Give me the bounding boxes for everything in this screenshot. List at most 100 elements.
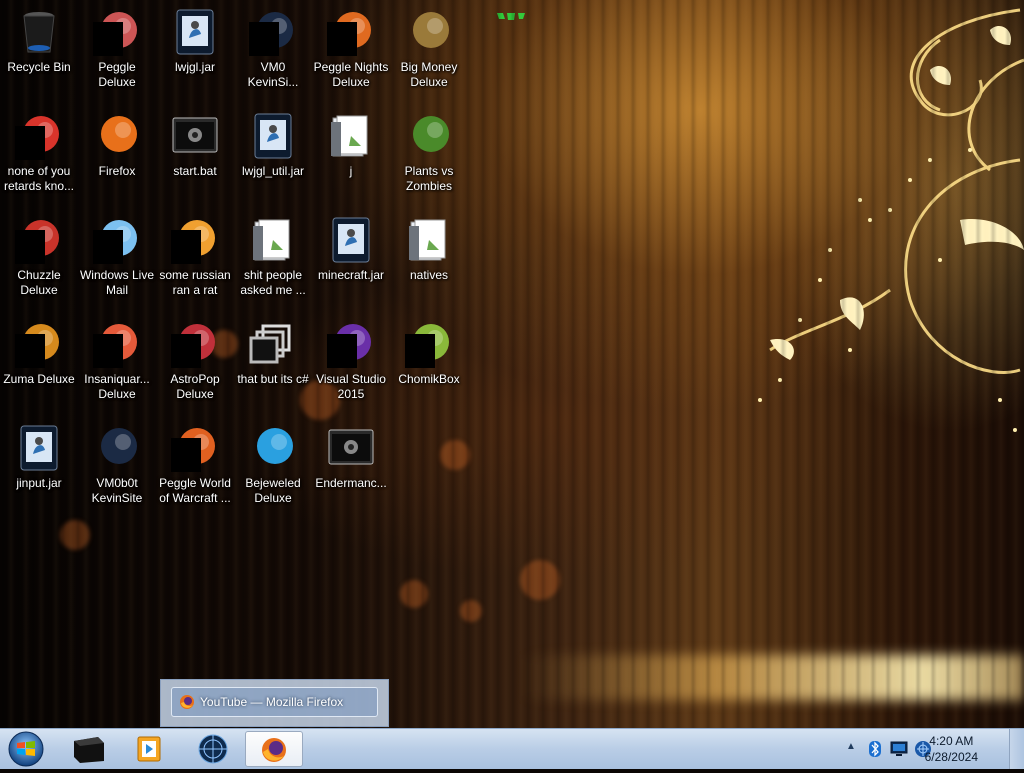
redaction-box bbox=[171, 334, 201, 368]
desktop-icon[interactable]: shit people asked me ... bbox=[234, 212, 312, 298]
redaction-box bbox=[15, 230, 45, 264]
desktop-icon[interactable]: none of you retards kno... bbox=[0, 108, 78, 194]
taskbar-firefox-active[interactable] bbox=[245, 731, 303, 767]
desktop-icon-label: Windows Live Mail bbox=[79, 268, 155, 297]
console-app-icon bbox=[327, 424, 375, 472]
taskbar-pinned-globe-app[interactable] bbox=[183, 731, 241, 767]
taskbar-clock[interactable]: 4:20 AM 6/28/2024 bbox=[925, 733, 978, 765]
desktop-icon[interactable]: VM0b0t KevinSite bbox=[78, 420, 156, 506]
desktop-icon[interactable]: VM0 KevinSi... bbox=[234, 4, 312, 90]
redaction-box bbox=[93, 334, 123, 368]
desktop-icon-label: minecraft.jar bbox=[317, 268, 385, 282]
show-hidden-icons-button[interactable]: ▲ bbox=[846, 741, 856, 752]
desktop-icon[interactable]: Peggle World of Warcraft ... bbox=[156, 420, 234, 506]
desktop-icon-label: jinput.jar bbox=[16, 476, 62, 490]
chuzzle-icon bbox=[15, 216, 63, 264]
desktop-icon[interactable]: that but its c# bbox=[234, 316, 312, 387]
desktop-icon-label: none of you retards kno... bbox=[3, 164, 75, 193]
desktop-icon[interactable]: Visual Studio 2015 bbox=[312, 316, 390, 402]
media-player-icon bbox=[137, 736, 161, 762]
jar-file-icon bbox=[327, 216, 375, 264]
firefox-shortcut-icon bbox=[15, 112, 63, 160]
desktop-icon-label: Peggle Nights Deluxe bbox=[313, 60, 389, 89]
firefox-icon bbox=[93, 112, 141, 160]
desktop-icon[interactable]: j bbox=[312, 108, 390, 179]
bluetooth-icon[interactable] bbox=[866, 740, 884, 758]
system-tray: ▲ 4:20 AM 6/28/2024 bbox=[840, 729, 1024, 769]
desktop-icon-label: natives bbox=[409, 268, 449, 282]
plants-vs-zombies-icon bbox=[405, 112, 453, 160]
desktop-icon[interactable]: lwjgl.jar bbox=[156, 4, 234, 75]
clock-time: 4:20 AM bbox=[929, 734, 974, 748]
desktop-icon-label: Insaniquar... Deluxe bbox=[84, 372, 150, 401]
desktop-icon-label: that but its c# bbox=[237, 372, 309, 386]
desktop-icon-label: Plants vs Zombies bbox=[404, 164, 454, 193]
desktop-icon-label: Zuma Deluxe bbox=[3, 372, 75, 386]
taskbar-pinned-black-box-app[interactable] bbox=[60, 731, 118, 767]
desktop-icon-label: Peggle World of Warcraft ... bbox=[159, 476, 231, 505]
astropop-icon bbox=[171, 320, 219, 368]
show-desktop-button[interactable] bbox=[1009, 729, 1024, 769]
peggle-icon bbox=[93, 8, 141, 56]
desktop-icon-label: j bbox=[349, 164, 353, 178]
desktop-icon[interactable]: Windows Live Mail bbox=[78, 212, 156, 298]
redaction-box bbox=[93, 230, 123, 264]
desktop-icon[interactable]: Peggle Deluxe bbox=[78, 4, 156, 90]
taskbar-pinned-media-player[interactable] bbox=[120, 731, 178, 767]
desktop-icon[interactable]: Zuma Deluxe bbox=[0, 316, 78, 387]
redaction-box bbox=[405, 334, 435, 368]
desktop-icon[interactable]: Big Money Deluxe bbox=[390, 4, 468, 90]
desktop-icon-label: shit people asked me ... bbox=[240, 268, 306, 297]
desktop-icon-label: lwjgl.jar bbox=[174, 60, 215, 74]
preview-window-item[interactable]: YouTube — Mozilla Firefox bbox=[171, 687, 378, 717]
desktop-icon[interactable]: ChomikBox bbox=[390, 316, 468, 387]
desktop-icon-label: Chuzzle Deluxe bbox=[17, 268, 61, 297]
desktop-icon-label: VM0 KevinSi... bbox=[247, 60, 299, 89]
desktop-icon-label: VM0b0t KevinSite bbox=[91, 476, 143, 505]
desktop-icon[interactable]: AstroPop Deluxe bbox=[156, 316, 234, 402]
start-button[interactable] bbox=[5, 730, 47, 768]
desktop-icon[interactable]: some russian ran a rat bbox=[156, 212, 234, 298]
desktop-icon[interactable]: Bejeweled Deluxe bbox=[234, 420, 312, 506]
big-money-icon bbox=[405, 8, 453, 56]
desktop-icon[interactable]: start.bat bbox=[156, 108, 234, 179]
desktop-icon-label: Bejeweled Deluxe bbox=[245, 476, 301, 505]
desktop-icon-label: AstroPop Deluxe bbox=[170, 372, 220, 401]
taskbar: ▲ 4:20 AM 6/28/2024 bbox=[0, 728, 1024, 769]
firefox-icon bbox=[262, 738, 286, 762]
desktop-icon[interactable]: Recycle Bin bbox=[0, 4, 78, 75]
desktop-icon-label: Recycle Bin bbox=[7, 60, 71, 74]
redaction-box bbox=[15, 126, 45, 160]
desktop-icon[interactable]: Firefox bbox=[78, 108, 156, 179]
batch-file-icon bbox=[171, 112, 219, 160]
jar-file-icon bbox=[249, 112, 297, 160]
redaction-box bbox=[249, 22, 279, 56]
monitor-icon[interactable] bbox=[890, 741, 908, 757]
peggle-nights-icon bbox=[327, 8, 375, 56]
windows-live-mail-icon bbox=[93, 216, 141, 264]
jar-file-icon bbox=[15, 424, 63, 472]
desktop-icon-label: Endermanc... bbox=[315, 476, 387, 490]
folder-icon bbox=[405, 216, 453, 264]
clock-date: 6/28/2024 bbox=[924, 750, 978, 764]
taskbar-thumbnail-preview[interactable]: YouTube — Mozilla Firefox bbox=[160, 679, 389, 727]
redaction-box bbox=[15, 334, 45, 368]
desktop-icon[interactable]: natives bbox=[390, 212, 468, 283]
desktop-icon[interactable]: jinput.jar bbox=[0, 420, 78, 491]
desktop-icon-label: Big Money Deluxe bbox=[400, 60, 458, 89]
recycle-bin-icon bbox=[15, 8, 63, 56]
wallpaper-glow bbox=[520, 655, 1024, 700]
desktop-icon[interactable]: lwjgl_util.jar bbox=[234, 108, 312, 179]
redaction-box bbox=[327, 334, 357, 368]
desktop-icon[interactable]: Endermanc... bbox=[312, 420, 390, 491]
desktop-icon[interactable]: Plants vs Zombies bbox=[390, 108, 468, 194]
wallpaper-swirls bbox=[758, 8, 1024, 432]
globe-app-icon bbox=[198, 734, 228, 764]
desktop-icon-label: Firefox bbox=[98, 164, 136, 178]
desktop-icon[interactable]: Chuzzle Deluxe bbox=[0, 212, 78, 298]
stacked-windows-icon bbox=[249, 320, 297, 368]
desktop-icon[interactable]: Peggle Nights Deluxe bbox=[312, 4, 390, 90]
desktop-icon[interactable]: minecraft.jar bbox=[312, 212, 390, 283]
zuma-icon bbox=[15, 320, 63, 368]
desktop-icon[interactable]: Insaniquar... Deluxe bbox=[78, 316, 156, 402]
